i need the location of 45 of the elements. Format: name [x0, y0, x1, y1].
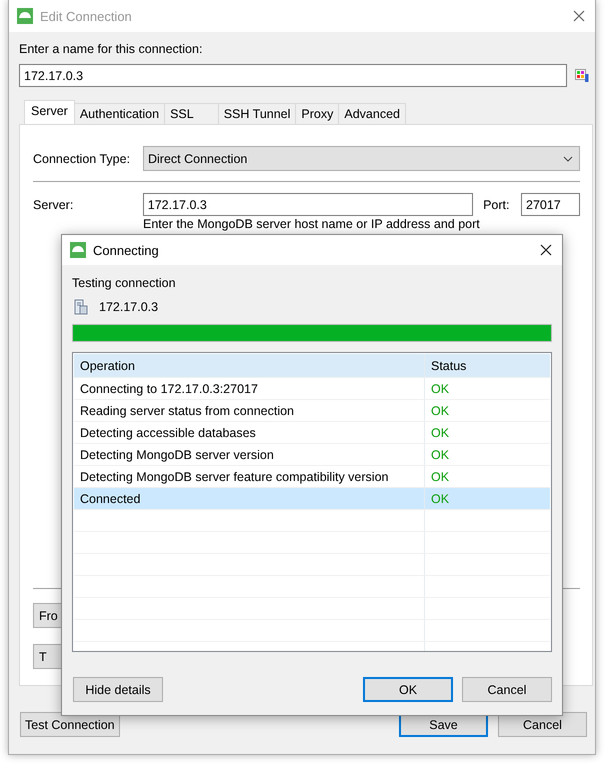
server-address: 172.17.0.3	[99, 300, 158, 314]
window-title: Edit Connection	[40, 8, 133, 24]
tab[interactable]: Proxy	[295, 103, 340, 124]
status-cell-text: OK	[430, 470, 450, 484]
name-field[interactable]: 172.17.0.3	[19, 64, 567, 87]
table-row[interactable]: Connected OK	[74, 488, 550, 510]
server-field[interactable]: 172.17.0.3	[142, 193, 474, 216]
operation-cell: Detecting MongoDB server feature compatibility version	[74, 466, 425, 487]
color-picker-icon[interactable]	[575, 68, 589, 82]
status-cell-text: OK	[430, 404, 450, 418]
table-row[interactable]: Connecting to 172.17.0.3:27017 OK	[74, 378, 550, 400]
dialog-button[interactable]: Cancel	[462, 677, 552, 702]
dialog-title: Connecting	[93, 242, 160, 258]
app-logo-icon	[70, 242, 86, 258]
operation-cell: Reading server status from connection	[74, 400, 425, 421]
dialog-button[interactable]: OK	[363, 677, 453, 702]
status-cell-text: OK	[430, 492, 450, 506]
operation-cell: Connecting to 172.17.0.3:27017	[74, 378, 425, 399]
column-header: Operation	[74, 354, 425, 377]
status-cell-text: OK	[430, 426, 450, 440]
tab[interactable]: Advanced	[338, 103, 406, 124]
port-field[interactable]: 27017	[521, 193, 580, 216]
connection-type-dropdown[interactable]: Direct Connection	[143, 146, 580, 171]
footer-button[interactable]: Test Connection	[20, 712, 120, 737]
dialog-heading: Testing connection	[72, 276, 177, 290]
connection-type-label: Connection Type:	[33, 152, 132, 166]
table-row[interactable]: Reading server status from connection OK	[74, 400, 550, 422]
hint-text: Enter the MongoDB server host name or IP address and port	[143, 217, 481, 231]
column-header: Status	[430, 358, 466, 372]
operation-cell: Detecting MongoDB server version	[74, 444, 425, 465]
app-logo-icon	[17, 8, 33, 24]
table-row[interactable]: Detecting accessible databases OK	[74, 422, 550, 444]
name-label: Enter a name for this connection:	[19, 42, 204, 56]
dialog-button[interactable]: Hide details	[73, 677, 163, 702]
tab[interactable]: Server	[24, 100, 75, 124]
close-icon[interactable]	[540, 244, 552, 256]
operation-cell: Connected	[74, 488, 425, 509]
port-label: Port:	[483, 198, 510, 212]
status-cell-text: OK	[430, 448, 450, 462]
server-icon	[74, 299, 88, 315]
status-cell-text: OK	[430, 382, 450, 396]
operation-cell: Detecting accessible databases	[74, 422, 425, 443]
chevron-down-icon	[563, 156, 573, 162]
table-row[interactable]: Detecting MongoDB server version OK	[74, 444, 550, 466]
server-label: Server:	[33, 198, 74, 212]
